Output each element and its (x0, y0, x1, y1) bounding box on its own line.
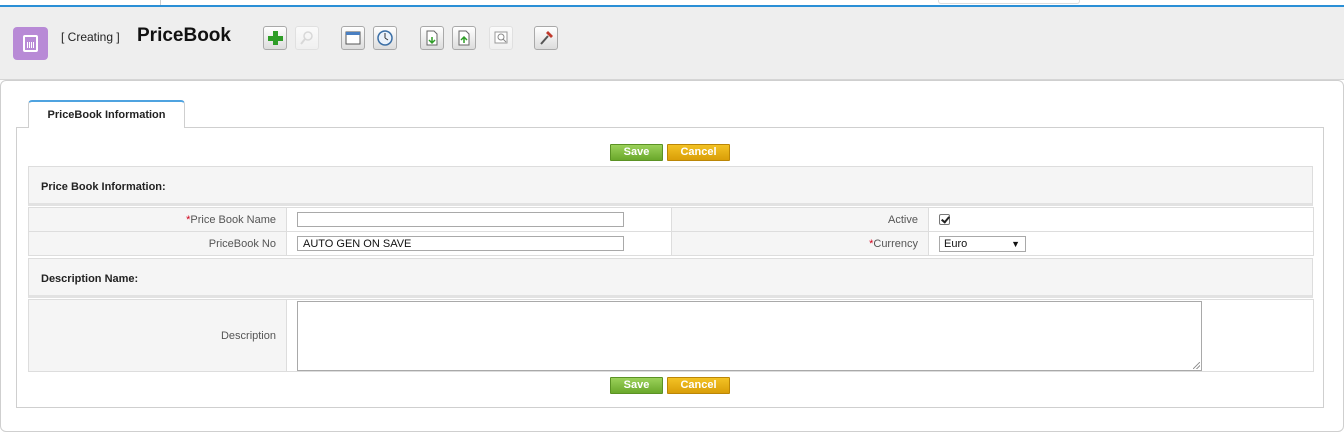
description-label: Description (28, 299, 287, 372)
calendar-button[interactable] (341, 26, 365, 50)
section-header-info: Price Book Information: (28, 166, 1313, 206)
import-icon (426, 30, 438, 46)
calendar-icon (345, 31, 361, 45)
page-title: PriceBook (137, 25, 231, 46)
export-button[interactable] (452, 26, 476, 50)
import-button[interactable] (420, 26, 444, 50)
module-header: [ Creating ] PriceBook (0, 7, 1344, 80)
info-fields-table: *Price Book Name Active PriceBook No *Cu… (28, 207, 1314, 256)
active-label: Active (671, 207, 929, 232)
active-cell (928, 207, 1314, 232)
settings-button[interactable] (534, 26, 558, 50)
settings-icon (540, 31, 553, 45)
pricebook-no-label: PriceBook No (28, 231, 287, 256)
save-button-top[interactable]: Save (610, 144, 663, 161)
currency-label: *Currency (671, 231, 929, 256)
cancel-button-bottom[interactable]: Cancel (667, 377, 730, 394)
export-icon (458, 30, 470, 46)
top-search-box[interactable] (938, 0, 1080, 4)
clock-icon (377, 30, 393, 46)
section-header-description: Description Name: (28, 258, 1313, 298)
pricebook-module-icon (13, 27, 48, 60)
pricebook-no-input[interactable] (297, 236, 624, 251)
price-book-name-label: *Price Book Name (28, 207, 287, 232)
clock-button[interactable] (373, 26, 397, 50)
price-book-name-cell (286, 207, 672, 232)
mode-label: [ Creating ] (61, 30, 120, 44)
search-button[interactable] (295, 26, 319, 50)
description-fields-table: Description (28, 299, 1314, 372)
add-icon (268, 31, 283, 45)
description-textarea[interactable] (297, 300, 1202, 371)
currency-cell: Euro ▼ (928, 231, 1314, 256)
active-checkbox[interactable] (939, 214, 950, 225)
search-icon (300, 31, 313, 45)
resize-grip-icon[interactable] (1193, 361, 1200, 369)
cancel-button-top[interactable]: Cancel (667, 144, 730, 161)
dropdown-arrow-icon: ▼ (1011, 238, 1020, 249)
description-cell (286, 299, 1314, 372)
save-button-bottom[interactable]: Save (610, 377, 663, 394)
pricebook-no-cell (286, 231, 672, 256)
price-book-name-input[interactable] (297, 212, 624, 227)
tab-pricebook-information[interactable]: PriceBook Information (28, 100, 185, 128)
add-button[interactable] (263, 26, 287, 50)
currency-selected-value: Euro (944, 237, 968, 250)
find-duplicates-button[interactable] (489, 26, 513, 50)
find-duplicates-icon (494, 31, 508, 44)
currency-select[interactable]: Euro ▼ (939, 235, 1026, 252)
